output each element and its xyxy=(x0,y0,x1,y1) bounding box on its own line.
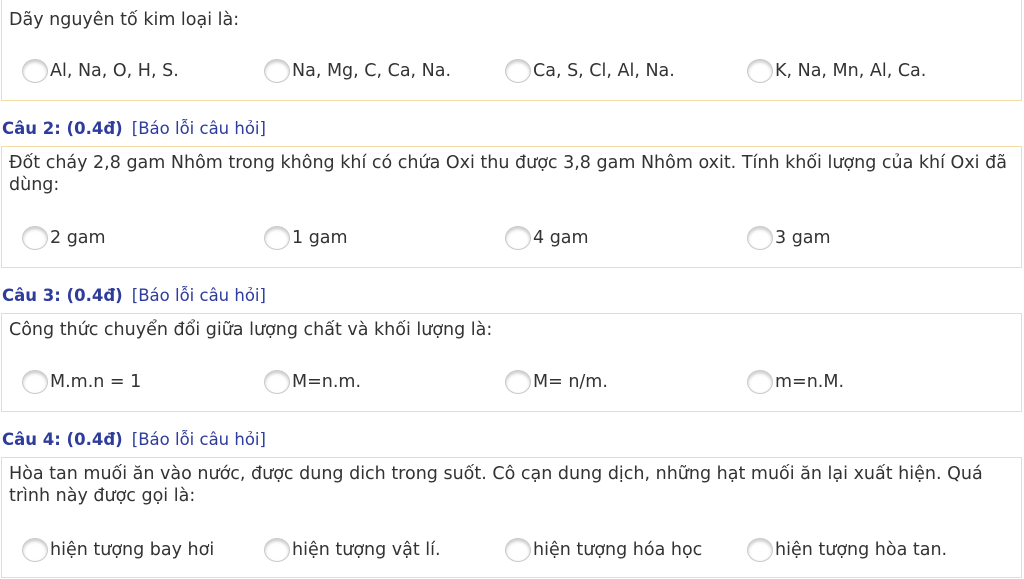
question-4-box: Hòa tan muối ăn vào nước, được dung dich… xyxy=(1,457,1022,578)
option-label: K, Na, Mn, Al, Ca. xyxy=(775,61,927,81)
option-label: hiện tượng vật lí. xyxy=(292,540,441,560)
question-4-header: Câu 4: (0.4đ) [Báo lỗi câu hỏi] xyxy=(2,429,266,451)
question-4-text: Hòa tan muối ăn vào nước, được dung dich… xyxy=(9,464,983,506)
question-1-option-c[interactable]: Ca, S, Cl, Al, Na. xyxy=(505,56,675,86)
question-2-number: Câu 2: (0.4đ) xyxy=(2,119,123,138)
option-label: M.m.n = 1 xyxy=(50,372,142,392)
radio-button[interactable] xyxy=(264,226,290,250)
radio-button[interactable] xyxy=(505,538,531,562)
option-label: m=n.M. xyxy=(775,372,845,392)
radio-button[interactable] xyxy=(22,226,48,250)
report-error-link[interactable]: [Báo lỗi câu hỏi] xyxy=(132,430,266,449)
question-2-text: Đốt cháy 2,8 gam Nhôm trong không khí có… xyxy=(9,153,1007,195)
question-2-header: Câu 2: (0.4đ) [Báo lỗi câu hỏi] xyxy=(2,118,266,140)
option-label: 1 gam xyxy=(292,228,348,248)
question-3-option-b[interactable]: M=n.m. xyxy=(264,367,361,397)
option-label: Al, Na, O, H, S. xyxy=(50,61,179,81)
question-4-option-c[interactable]: hiện tượng hóa học xyxy=(505,535,702,565)
radio-button[interactable] xyxy=(22,370,48,394)
question-4-option-d[interactable]: hiện tượng hòa tan. xyxy=(747,535,947,565)
radio-button[interactable] xyxy=(264,59,290,83)
radio-button[interactable] xyxy=(747,538,773,562)
option-label: 4 gam xyxy=(533,228,589,248)
question-1-text: Dãy nguyên tố kim loại là: xyxy=(9,10,240,30)
radio-button[interactable] xyxy=(747,370,773,394)
radio-button[interactable] xyxy=(747,59,773,83)
radio-button[interactable] xyxy=(505,59,531,83)
report-error-link[interactable]: [Báo lỗi câu hỏi] xyxy=(132,119,266,138)
question-3-option-d[interactable]: m=n.M. xyxy=(747,367,844,397)
option-label: hiện tượng hóa học xyxy=(533,540,703,560)
question-3-header: Câu 3: (0.4đ) [Báo lỗi câu hỏi] xyxy=(2,285,266,307)
option-label: 2 gam xyxy=(50,228,106,248)
radio-button[interactable] xyxy=(22,59,48,83)
radio-button[interactable] xyxy=(505,226,531,250)
radio-button[interactable] xyxy=(747,226,773,250)
radio-button[interactable] xyxy=(264,538,290,562)
question-3-text: Công thức chuyển đổi giữa lượng chất và … xyxy=(9,320,493,340)
option-label: M= n/m. xyxy=(533,372,608,392)
question-1-option-b[interactable]: Na, Mg, C, Ca, Na. xyxy=(264,56,451,86)
question-1-option-a[interactable]: Al, Na, O, H, S. xyxy=(22,56,179,86)
question-2-option-d[interactable]: 3 gam xyxy=(747,223,831,253)
option-label: hiện tượng bay hơi xyxy=(50,540,215,560)
question-4-number: Câu 4: (0.4đ) xyxy=(2,430,123,449)
radio-button[interactable] xyxy=(22,538,48,562)
option-label: M=n.m. xyxy=(292,372,362,392)
radio-button[interactable] xyxy=(264,370,290,394)
question-3-number: Câu 3: (0.4đ) xyxy=(2,286,123,305)
report-error-link[interactable]: [Báo lỗi câu hỏi] xyxy=(132,286,266,305)
option-label: Na, Mg, C, Ca, Na. xyxy=(292,61,452,81)
option-label: hiện tượng hòa tan. xyxy=(775,540,948,560)
radio-button[interactable] xyxy=(505,370,531,394)
option-label: 3 gam xyxy=(775,228,831,248)
question-2-option-b[interactable]: 1 gam xyxy=(264,223,348,253)
question-4-option-b[interactable]: hiện tượng vật lí. xyxy=(264,535,441,565)
question-1-option-d[interactable]: K, Na, Mn, Al, Ca. xyxy=(747,56,926,86)
question-3-option-c[interactable]: M= n/m. xyxy=(505,367,608,397)
question-4-option-a[interactable]: hiện tượng bay hơi xyxy=(22,535,214,565)
question-3-box: Công thức chuyển đổi giữa lượng chất và … xyxy=(1,313,1022,412)
question-2-box: Đốt cháy 2,8 gam Nhôm trong không khí có… xyxy=(1,146,1022,268)
question-2-option-c[interactable]: 4 gam xyxy=(505,223,589,253)
question-1-box: Dãy nguyên tố kim loại là: Al, Na, O, H,… xyxy=(1,0,1022,101)
quiz-page: Dãy nguyên tố kim loại là: Al, Na, O, H,… xyxy=(0,0,1024,579)
option-label: Ca, S, Cl, Al, Na. xyxy=(533,61,675,81)
question-3-option-a[interactable]: M.m.n = 1 xyxy=(22,367,141,397)
question-2-option-a[interactable]: 2 gam xyxy=(22,223,106,253)
